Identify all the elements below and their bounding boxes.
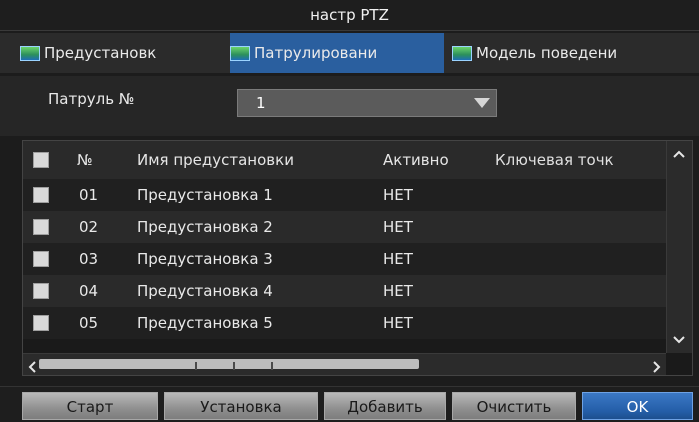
- row-active: НЕТ: [383, 314, 413, 332]
- row-preset-name: Предустановка 3: [137, 250, 273, 268]
- row-preset-name: Предустановка 5: [137, 314, 273, 332]
- row-active: НЕТ: [383, 250, 413, 268]
- column-number: №: [77, 151, 93, 169]
- tab-presets[interactable]: Предустановк: [20, 33, 220, 73]
- ok-button[interactable]: OK: [582, 392, 693, 420]
- row-preset-name: Предустановка 4: [137, 282, 273, 300]
- window-title: настр PTZ: [310, 6, 389, 24]
- column-key-point: Ключевая точк: [495, 151, 614, 169]
- column-active: Активно: [383, 151, 449, 169]
- scroll-tick: [233, 362, 235, 370]
- row-number: 02: [79, 218, 99, 236]
- table-header: № Имя предустановки Активно Ключевая точ…: [23, 141, 692, 180]
- row-number: 01: [79, 186, 99, 204]
- row-checkbox[interactable]: [33, 315, 49, 331]
- row-checkbox[interactable]: [33, 187, 49, 203]
- scroll-left-icon[interactable]: [27, 358, 39, 377]
- scroll-tick: [195, 362, 197, 370]
- row-number: 04: [79, 282, 99, 300]
- horizontal-scrollbar[interactable]: [23, 353, 666, 375]
- patrol-select[interactable]: 1: [237, 89, 497, 117]
- tab-behavior-label: Модель поведени: [476, 44, 618, 62]
- preset-table: № Имя предустановки Активно Ключевая точ…: [22, 140, 693, 376]
- tab-image-icon: [20, 45, 40, 61]
- table-row[interactable]: 04 Предустановка 4 НЕТ: [23, 275, 666, 307]
- table-row[interactable]: 03 Предустановка 3 НЕТ: [23, 243, 666, 275]
- row-preset-name: Предустановка 1: [137, 186, 273, 204]
- tab-behavior[interactable]: Модель поведени: [452, 33, 693, 73]
- row-active: НЕТ: [383, 186, 413, 204]
- vertical-scrollbar[interactable]: [666, 141, 692, 353]
- row-checkbox[interactable]: [33, 219, 49, 235]
- tab-presets-label: Предустановк: [44, 44, 157, 62]
- scroll-right-icon[interactable]: [650, 358, 662, 377]
- row-number: 05: [79, 314, 99, 332]
- scroll-up-icon[interactable]: [673, 149, 685, 161]
- tab-image-icon: [230, 45, 250, 61]
- start-button[interactable]: Старт: [22, 392, 158, 420]
- row-active: НЕТ: [383, 282, 413, 300]
- patrol-label: Патруль №: [48, 90, 135, 108]
- row-checkbox[interactable]: [33, 283, 49, 299]
- column-preset-name: Имя предустановки: [137, 151, 294, 169]
- chevron-down-icon[interactable]: [474, 98, 490, 108]
- scroll-tick: [271, 362, 273, 370]
- title-bar: настр PTZ: [0, 0, 699, 31]
- tab-patrols-label: Патрулировани: [254, 44, 378, 62]
- scroll-ticks: [195, 362, 295, 370]
- table-row[interactable]: 05 Предустановка 5 НЕТ: [23, 307, 666, 339]
- add-button[interactable]: Добавить: [324, 392, 446, 420]
- table-row[interactable]: 02 Предустановка 2 НЕТ: [23, 211, 666, 243]
- tab-bar: Предустановк Патрулировани Модель поведе…: [0, 33, 699, 73]
- setup-button[interactable]: Установка: [164, 392, 318, 420]
- table-body: 01 Предустановка 1 НЕТ 02 Предустановка …: [23, 179, 666, 353]
- select-all-checkbox[interactable]: [33, 152, 49, 168]
- tab-image-icon: [452, 45, 472, 61]
- clear-button[interactable]: Очистить: [452, 392, 576, 420]
- row-preset-name: Предустановка 2: [137, 218, 273, 236]
- table-row[interactable]: 01 Предустановка 1 НЕТ: [23, 179, 666, 211]
- row-number: 03: [79, 250, 99, 268]
- row-checkbox[interactable]: [33, 251, 49, 267]
- scroll-down-icon[interactable]: [673, 333, 685, 345]
- row-active: НЕТ: [383, 218, 413, 236]
- patrol-selected-value: 1: [256, 94, 266, 112]
- tab-patrols[interactable]: Патрулировани: [230, 33, 444, 73]
